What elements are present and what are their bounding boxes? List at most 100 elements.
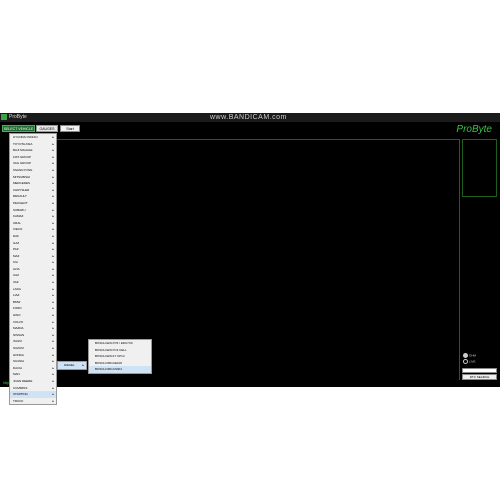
menu-item-label: TRUCK — [13, 398, 24, 403]
menu-item-label: LADA — [13, 286, 21, 291]
menu-item[interactable]: FORD ▸ — [10, 305, 56, 312]
menu-item[interactable]: SSANGYONG ▸ — [10, 167, 56, 174]
menu-item[interactable]: PEUGEOT ▸ — [10, 200, 56, 207]
menu-item[interactable]: KIA ▸ — [10, 259, 56, 266]
radio-live-label: LIVE — [469, 359, 476, 364]
menu-item[interactable]: CUMMINS ▸ — [10, 385, 56, 392]
menu-item[interactable]: HONDA ▸ — [10, 352, 56, 359]
menu-item-label: IVECO — [13, 227, 23, 232]
menu-item[interactable]: TRUCK ▸ — [10, 398, 56, 405]
menu-item-label: AVIA — [13, 266, 20, 271]
menu-item[interactable]: PAZ ▸ — [10, 246, 56, 253]
menu-item-label: CUMMINS — [13, 385, 28, 390]
menu-item[interactable]: NISSAN ▸ — [10, 332, 56, 339]
ecu-item-label: BOSCH MD1CS001 — [95, 367, 123, 372]
menu-item[interactable]: BMW ▸ — [10, 299, 56, 306]
menu-item[interactable]: SCANIA ▸ — [10, 358, 56, 365]
menu-item[interactable]: MAZ ▸ — [10, 253, 56, 260]
chevron-right-icon: ▸ — [52, 332, 54, 337]
submenu-item-diesel[interactable]: DIESEL ▸ — [58, 362, 86, 369]
menu-item-label: VOLVO — [13, 319, 24, 324]
ecu-item-label: BOSCH EDC7C5 / EDC7C6 — [95, 341, 133, 345]
radio-on-icon — [463, 353, 468, 358]
chevron-right-icon: ▸ — [52, 286, 54, 291]
chevron-right-icon: ▸ — [52, 339, 54, 344]
menu-item[interactable]: SUBARU ▸ — [10, 207, 56, 214]
radio-live[interactable]: LIVE — [463, 359, 476, 364]
menu-item[interactable]: DACIA ▸ — [10, 365, 56, 372]
preview-panel — [462, 139, 497, 197]
menu-item[interactable]: LIAZ ▸ — [10, 292, 56, 299]
menu-item[interactable]: HYUNDAI INDIAN ▸ — [10, 134, 56, 141]
menu-item[interactable]: AVIA ▸ — [10, 266, 56, 273]
menu-item-label: FIAT GROUP — [13, 154, 32, 159]
menu-item-label: MAN — [13, 372, 20, 377]
menu-item[interactable]: KAMAZ ▸ — [10, 213, 56, 220]
menu-item[interactable]: UAZ ▸ — [10, 272, 56, 279]
menu-item[interactable]: LADA ▸ — [10, 286, 56, 293]
menu-item-label: TOYOTA ASIA — [13, 141, 33, 146]
menu-item-label: UAZ — [13, 273, 19, 278]
start-button[interactable]: Start — [60, 125, 80, 132]
menu-item[interactable]: ISUZU ▸ — [10, 338, 56, 345]
menu-item[interactable]: MAZDA ▸ — [10, 325, 56, 332]
menu-item[interactable]: SUZUKI ▸ — [10, 345, 56, 352]
ecu-item[interactable]: BOSCH EDC7C5 / EDC7C6 — [89, 340, 151, 347]
menu-item[interactable]: JOHN DEERE ▸ — [10, 378, 56, 385]
chevron-right-icon: ▸ — [52, 154, 54, 159]
chevron-right-icon: ▸ — [52, 161, 54, 166]
tab-gauges[interactable]: GAUGES — [36, 125, 58, 132]
menu-item[interactable]: MAN ▸ — [10, 371, 56, 378]
vehicle-menu: HYUNDAI INDIAN ▸ TOYOTA ASIA ▸ BAJI MAHALE ▸ F… — [9, 133, 57, 406]
ecu-item[interactable]: BOSCH EDC7C3 CELL — [89, 347, 151, 354]
fuel-submenu: DIESEL ▸ — [57, 361, 87, 370]
chevron-right-icon: ▸ — [52, 181, 54, 186]
menu-item[interactable]: TOYOTA ASIA ▸ — [10, 141, 56, 148]
menu-item-label: KIA — [13, 260, 18, 265]
side-input[interactable] — [462, 368, 497, 373]
menu-item[interactable]: RENAULT ▸ — [10, 193, 56, 200]
menu-item[interactable]: BAJI MAHALE ▸ — [10, 147, 56, 154]
ecu-item[interactable]: BOSCH MD1CE100 — [89, 360, 151, 367]
menu-item[interactable]: FIAT GROUP ▸ — [10, 154, 56, 161]
ecu-item[interactable]: BOSCH EDC17 CP14 — [89, 353, 151, 360]
ecu-item-label: BOSCH EDC7C3 CELL — [95, 347, 127, 352]
menu-item-label: SUZUKI — [13, 346, 25, 350]
menu-item-label: PAZ — [13, 247, 19, 252]
menu-item[interactable]: VOLVO ▸ — [10, 319, 56, 326]
probyte-logo: ProByte — [456, 124, 492, 135]
menu-item[interactable]: HINO ▸ — [10, 312, 56, 319]
menu-item-label: URAL — [13, 220, 22, 225]
menu-item-label: KAMAZ — [13, 214, 24, 219]
chevron-right-icon: ▸ — [52, 174, 54, 179]
chevron-right-icon: ▸ — [52, 148, 54, 153]
menu-item-label: STARTING — [13, 392, 28, 397]
menu-item[interactable]: VAG GROUP ▸ — [10, 160, 56, 167]
menu-item[interactable]: DAF ▸ — [10, 233, 56, 240]
chevron-right-icon: ▸ — [52, 378, 54, 383]
chevron-right-icon: ▸ — [52, 280, 54, 285]
ecu-item[interactable]: BOSCH MD1CS001 — [89, 366, 151, 373]
tab-select-vehicle[interactable]: SELECT VEHICLE — [2, 125, 35, 132]
menu-item[interactable]: CHRYSLER ▸ — [10, 187, 56, 194]
menu-item-label: MAZDA — [13, 326, 24, 331]
chevron-right-icon: ▸ — [52, 306, 54, 311]
ecu-submenu: BOSCH EDC7C5 / EDC7C6 BOSCH EDC7C3 CELL BO… — [88, 339, 152, 374]
menu-item-label: RENAULT — [13, 194, 27, 199]
menu-item[interactable]: GAZ ▸ — [10, 240, 56, 247]
chevron-right-icon: ▸ — [52, 141, 54, 146]
radio-ohm[interactable]: OHM — [463, 353, 476, 358]
menu-item[interactable]: URAL ▸ — [10, 220, 56, 227]
menu-item-label: NISSAN — [13, 332, 25, 337]
menu-item[interactable]: MITSUBISHI ▸ — [10, 174, 56, 181]
chevron-right-icon: ▸ — [52, 266, 54, 271]
menu-item[interactable]: IVECO ▸ — [10, 226, 56, 233]
menu-item-label: VAZ — [13, 280, 19, 285]
chevron-right-icon: ▸ — [52, 220, 54, 225]
app-icon — [1, 114, 7, 120]
menu-item[interactable]: VAZ ▸ — [10, 279, 56, 286]
ecu-item-label: BOSCH MD1CE100 — [95, 360, 123, 365]
chevron-right-icon: ▸ — [52, 233, 54, 238]
menu-item[interactable]: STARTING ▸ — [10, 391, 56, 398]
menu-item[interactable]: MERCEDES ▸ — [10, 180, 56, 187]
